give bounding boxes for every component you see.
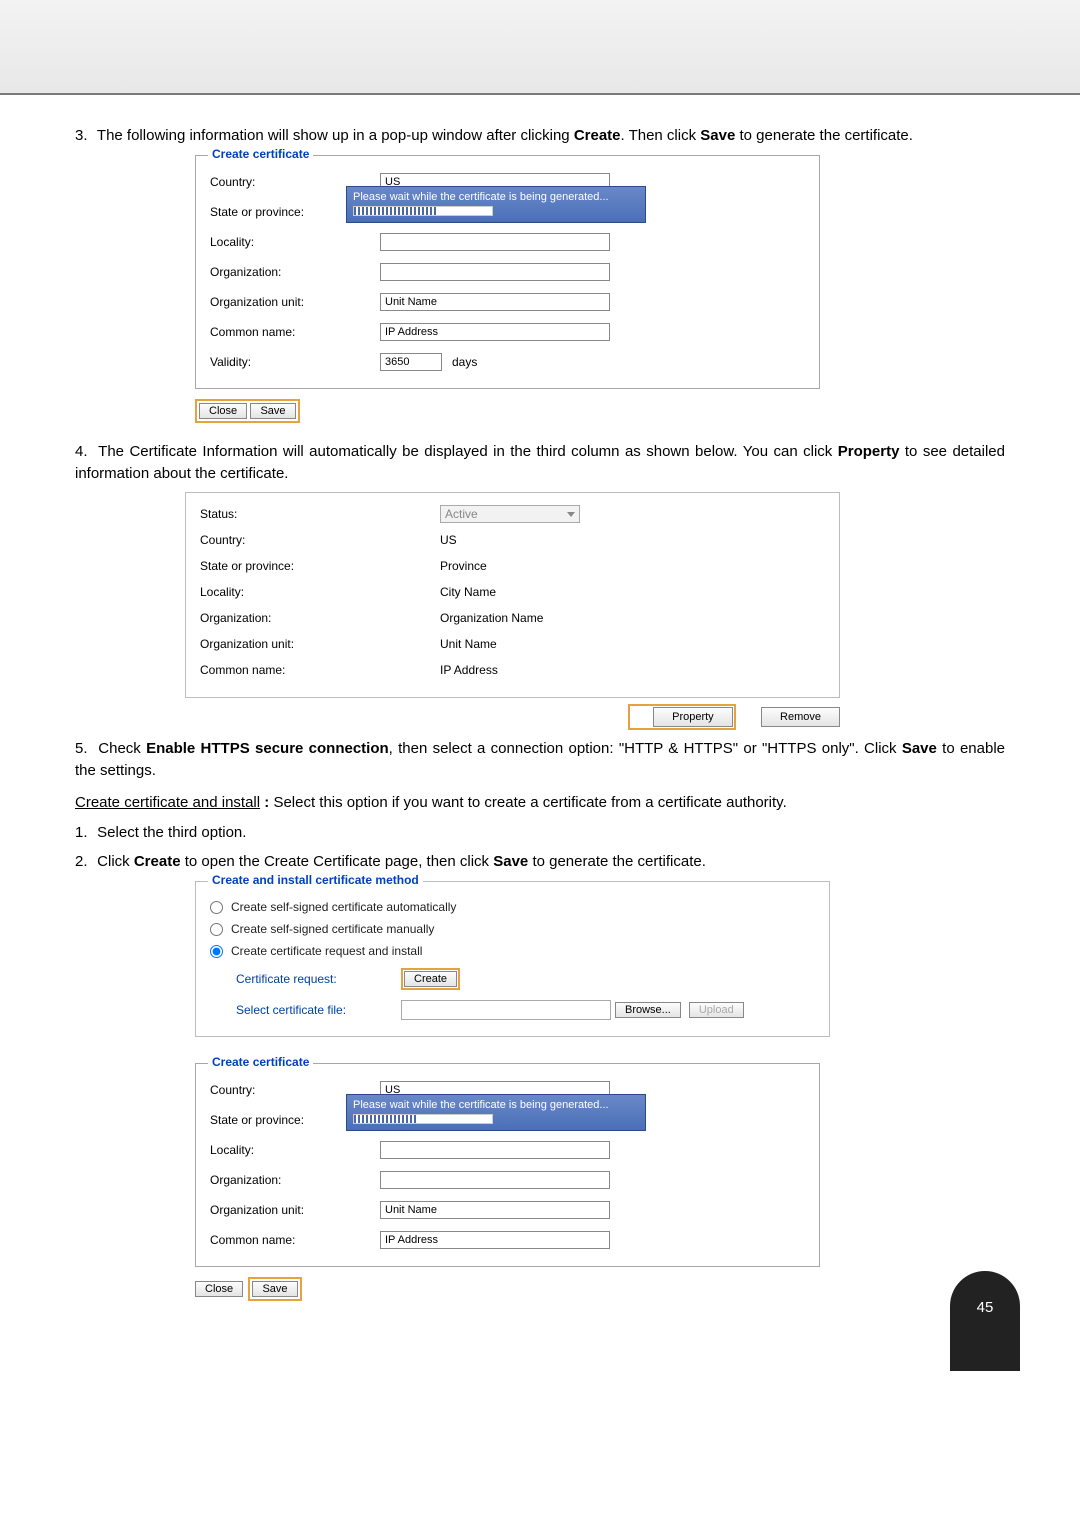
chevron-down-icon <box>567 512 575 517</box>
orgunit-label: Organization unit: <box>210 295 380 309</box>
organization-label: Organization: <box>210 1173 380 1187</box>
close-button[interactable]: Close <box>195 1281 243 1297</box>
radio-manual[interactable] <box>210 923 223 936</box>
organization-label: Organization: <box>210 265 380 279</box>
locality-label: Locality: <box>210 1143 380 1157</box>
status-select: Active <box>440 505 580 523</box>
create-button[interactable]: Create <box>404 971 457 987</box>
validity-unit: days <box>452 355 477 369</box>
progress-message: Please wait while the certificate is bei… <box>353 1099 639 1111</box>
locality-label: Locality: <box>200 585 440 599</box>
step-ci-1: 1. Select the third option. <box>75 822 1005 844</box>
common-label: Common name: <box>200 663 440 677</box>
certificate-method-panel: Create and install certificate method Cr… <box>195 881 830 1037</box>
state-label: State or province: <box>200 559 440 573</box>
radio-request[interactable] <box>210 945 223 958</box>
progress-bar <box>353 1114 493 1124</box>
step-number: 5. <box>75 738 93 760</box>
step-number: 4. <box>75 441 93 463</box>
remove-button[interactable]: Remove <box>761 707 840 727</box>
locality-label: Locality: <box>210 235 380 249</box>
country-value: US <box>440 533 825 547</box>
cert-request-label: Certificate request: <box>236 972 401 986</box>
validity-input[interactable] <box>380 353 442 371</box>
step-5: 5. Check Enable HTTPS secure connection,… <box>75 738 1005 782</box>
organization-input[interactable] <box>380 1171 610 1189</box>
select-file-label: Select certificate file: <box>236 1003 401 1017</box>
radio-request-label: Create certificate request and install <box>231 944 422 958</box>
create-certificate-dialog-2: Create certificate Country: State or pro… <box>195 1063 820 1267</box>
page-number-tab: 45 <box>950 1271 1020 1371</box>
file-input[interactable] <box>401 1000 611 1020</box>
progress-popup: Please wait while the certificate is bei… <box>346 186 646 223</box>
page-number: 45 <box>977 1299 994 1316</box>
page-content: 3. The following information will show u… <box>0 95 1080 1321</box>
orgunit-value: Unit Name <box>440 637 825 651</box>
step-ci-2-text: Click Create to open the Create Certific… <box>97 853 706 870</box>
locality-input[interactable] <box>380 233 610 251</box>
create-install-heading: Create certificate and install <box>75 794 260 811</box>
radio-auto-label: Create self-signed certificate automatic… <box>231 900 456 914</box>
radio-auto[interactable] <box>210 901 223 914</box>
info-button-row: Property Remove <box>185 704 840 730</box>
radio-option-manual[interactable]: Create self-signed certificate manually <box>210 922 815 936</box>
dialog-button-row-2: Close Save <box>195 1277 1005 1301</box>
common-label: Common name: <box>210 1233 380 1247</box>
radio-manual-label: Create self-signed certificate manually <box>231 922 434 936</box>
upload-button[interactable]: Upload <box>689 1002 744 1018</box>
header-band <box>0 0 1080 95</box>
certificate-info-panel: Status: Active Country:US State or provi… <box>185 492 840 698</box>
common-label: Common name: <box>210 325 380 339</box>
step-4-text: The Certificate Information will automat… <box>75 443 1005 482</box>
step-number: 2. <box>75 851 93 873</box>
organization-label: Organization: <box>200 611 440 625</box>
orgunit-input[interactable] <box>380 293 610 311</box>
country-label: Country: <box>200 533 440 547</box>
progress-message: Please wait while the certificate is bei… <box>353 191 639 203</box>
method-title: Create and install certificate method <box>208 873 423 887</box>
step-5-text: Check Enable HTTPS secure connection, th… <box>75 740 1005 779</box>
progress-bar <box>353 206 493 216</box>
dialog-title: Create certificate <box>208 1055 313 1069</box>
property-button[interactable]: Property <box>653 707 733 727</box>
dialog-title: Create certificate <box>208 147 313 161</box>
step-ci-1-text: Select the third option. <box>97 824 246 841</box>
browse-button[interactable]: Browse... <box>615 1002 681 1018</box>
common-input[interactable] <box>380 323 610 341</box>
orgunit-label: Organization unit: <box>200 637 440 651</box>
status-value: Active <box>445 507 478 521</box>
common-input[interactable] <box>380 1231 610 1249</box>
validity-label: Validity: <box>210 355 380 369</box>
locality-input[interactable] <box>380 1141 610 1159</box>
close-button[interactable]: Close <box>199 403 247 419</box>
organization-input[interactable] <box>380 263 610 281</box>
step-4: 4. The Certificate Information will auto… <box>75 441 1005 485</box>
orgunit-input[interactable] <box>380 1201 610 1219</box>
save-button[interactable]: Save <box>252 1281 297 1297</box>
radio-option-request[interactable]: Create certificate request and install <box>210 944 815 958</box>
common-value: IP Address <box>440 663 825 677</box>
radio-option-auto[interactable]: Create self-signed certificate automatic… <box>210 900 815 914</box>
locality-value: City Name <box>440 585 825 599</box>
state-value: Province <box>440 559 825 573</box>
organization-value: Organization Name <box>440 611 825 625</box>
step-number: 1. <box>75 822 93 844</box>
step-3-text: The following information will show up i… <box>97 127 913 144</box>
status-label: Status: <box>200 507 440 521</box>
dialog-button-row: Close Save <box>195 399 1005 423</box>
create-install-para: Create certificate and install : Select … <box>75 792 1005 814</box>
step-ci-2: 2. Click Create to open the Create Certi… <box>75 851 1005 873</box>
save-button[interactable]: Save <box>250 403 295 419</box>
step-number: 3. <box>75 125 93 147</box>
orgunit-label: Organization unit: <box>210 1203 380 1217</box>
create-certificate-dialog: Create certificate Country: State or pro… <box>195 155 820 389</box>
progress-popup: Please wait while the certificate is bei… <box>346 1094 646 1131</box>
step-3: 3. The following information will show u… <box>75 125 1005 147</box>
